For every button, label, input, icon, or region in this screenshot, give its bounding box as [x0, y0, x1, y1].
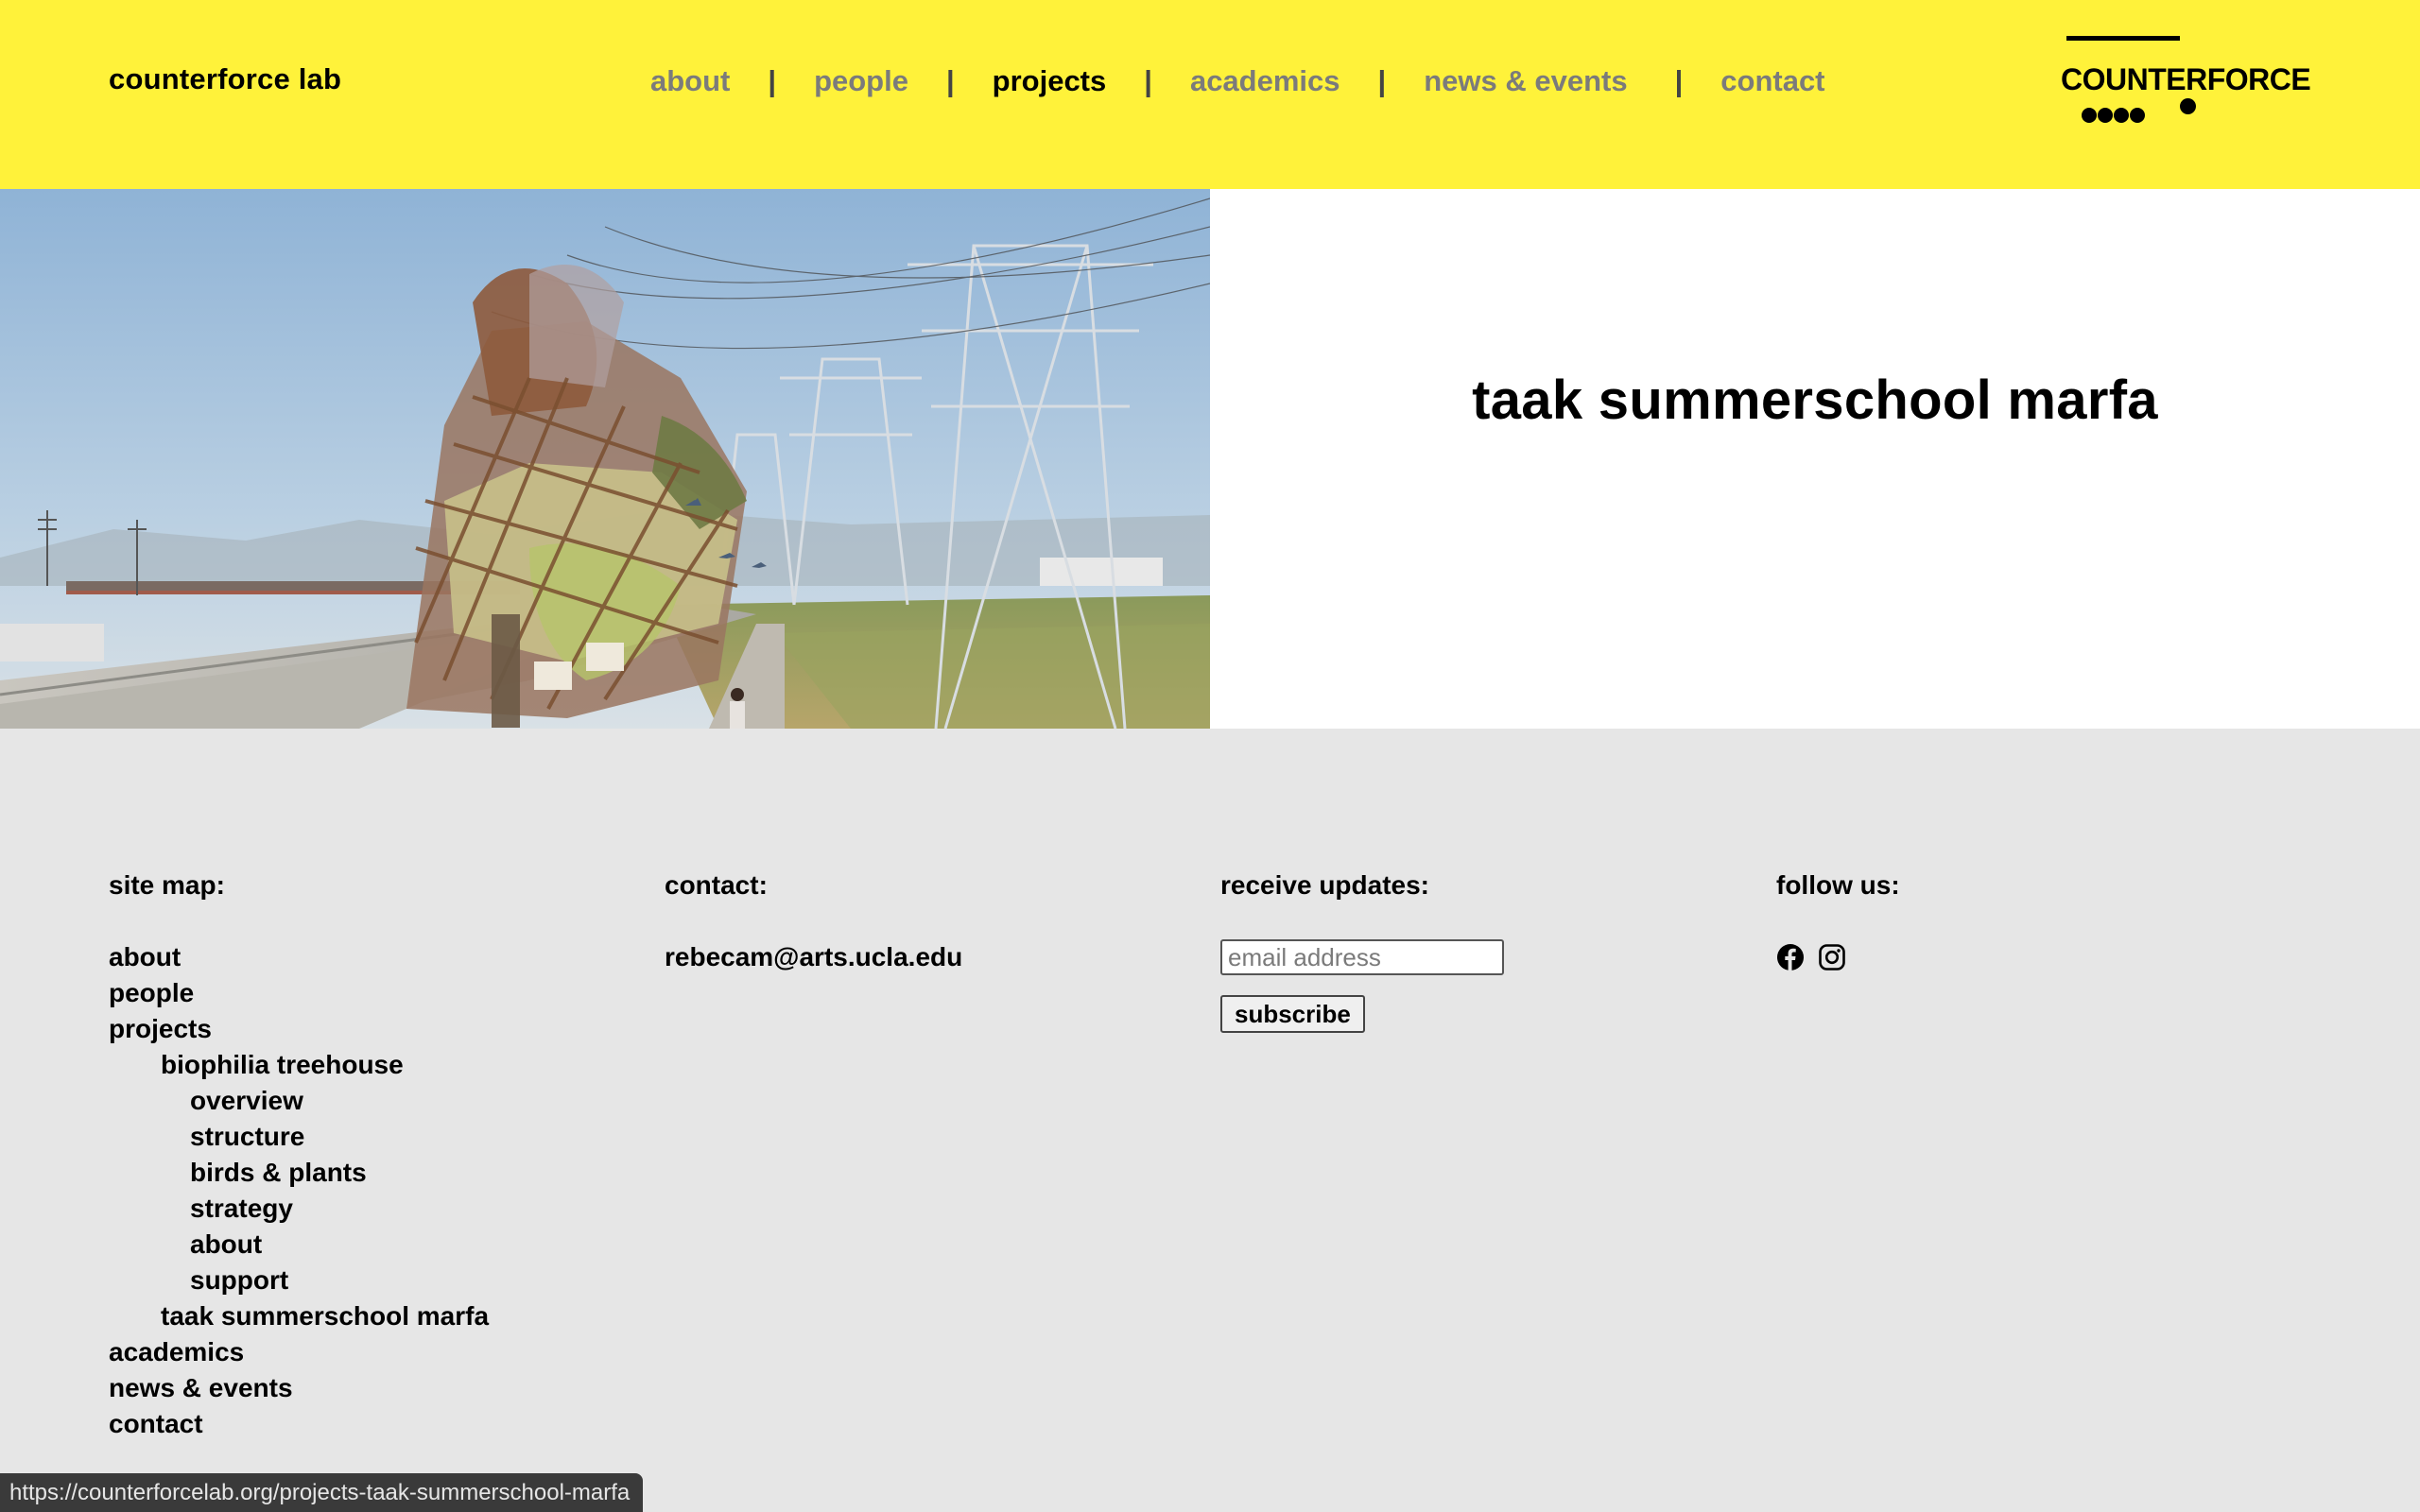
contact-heading: contact: [665, 870, 768, 900]
contact-email-link[interactable]: rebecam@arts.ucla.edu [665, 939, 962, 975]
nav-about[interactable]: about [650, 64, 730, 98]
sitemap-item-projects[interactable]: projects [109, 1011, 489, 1047]
nav-separator: | [1377, 64, 1387, 97]
sitemap-item-treehouse-about[interactable]: about [109, 1227, 489, 1263]
sitemap-heading: site map: [109, 870, 225, 900]
nav-people[interactable]: people [814, 64, 908, 98]
nav-separator: | [768, 64, 777, 97]
logo-bar [2066, 36, 2180, 41]
sitemap-item-overview[interactable]: overview [109, 1083, 489, 1119]
updates-heading: receive updates: [1220, 870, 1429, 900]
nav-separator: | [1144, 64, 1152, 97]
nav-contact[interactable]: contact [1720, 64, 1824, 98]
sitemap-item-news-events[interactable]: news & events [109, 1370, 489, 1406]
project-hero-image [0, 189, 1210, 729]
newsletter-email-input[interactable] [1220, 939, 1504, 975]
sitemap-item-people[interactable]: people [109, 975, 489, 1011]
instagram-icon[interactable] [1818, 943, 1846, 971]
facebook-icon[interactable] [1776, 943, 1805, 971]
sitemap-list: about people projects biophilia treehous… [109, 939, 489, 1442]
counterforce-logo[interactable]: COUNTERFORCE [2061, 36, 2311, 126]
nav-news-events[interactable]: news & events [1424, 64, 1627, 98]
site-header: counterforce lab about | people | projec… [0, 0, 2420, 189]
browser-status-url: https://counterforcelab.org/projects-taa… [0, 1473, 644, 1512]
sitemap-item-birds-plants[interactable]: birds & plants [109, 1155, 489, 1191]
contact-column: contact: rebecam@arts.ucla.edu [665, 868, 962, 975]
nav-academics[interactable]: academics [1190, 64, 1340, 98]
sitemap-item-taak-summerschool-marfa[interactable]: taak summerschool marfa [109, 1298, 489, 1334]
follow-heading: follow us: [1776, 870, 1900, 900]
sitemap-item-structure[interactable]: structure [109, 1119, 489, 1155]
sitemap-item-about[interactable]: about [109, 939, 489, 975]
sitemap-item-support[interactable]: support [109, 1263, 489, 1298]
project-title: taak summerschool marfa [1472, 369, 2158, 431]
sitemap-item-strategy[interactable]: strategy [109, 1191, 489, 1227]
logo-dots [2082, 108, 2145, 123]
sitemap-item-biophilia-treehouse[interactable]: biophilia treehouse [109, 1047, 489, 1083]
nav-separator: | [945, 64, 955, 97]
subscribe-button[interactable]: subscribe [1220, 995, 1365, 1033]
sitemap-item-contact[interactable]: contact [109, 1406, 489, 1442]
main-nav: about | people | projects | academics | … [650, 62, 1825, 100]
follow-column: follow us: [1776, 868, 1900, 971]
sitemap-item-academics[interactable]: academics [109, 1334, 489, 1370]
project-title-panel: taak summerschool marfa [1210, 189, 2420, 729]
updates-column: receive updates: subscribe [1220, 868, 1504, 1033]
site-title-link[interactable]: counterforce lab [109, 62, 341, 96]
nav-projects[interactable]: projects [993, 64, 1107, 98]
social-links [1776, 943, 1900, 971]
nav-separator: | [1674, 64, 1684, 97]
logo-wordmark: COUNTERFORCE [2061, 62, 2311, 96]
sitemap-column: site map: about people projects biophili… [109, 868, 489, 1442]
logo-dot [2180, 98, 2196, 114]
site-footer: site map: about people projects biophili… [0, 729, 2420, 1512]
